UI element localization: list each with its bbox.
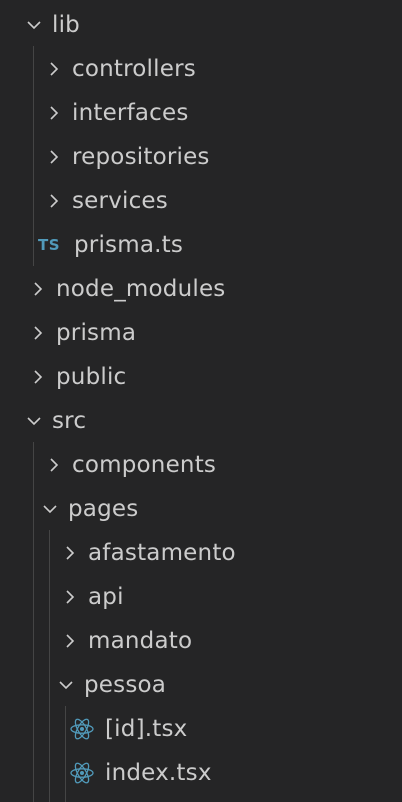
folder-label: public <box>56 364 127 390</box>
chevron-right-icon <box>46 149 62 165</box>
chevron-right-icon <box>30 325 46 341</box>
folder-label: lib <box>52 12 80 38</box>
typescript-icon: TS <box>38 236 61 254</box>
folder-label: mandato <box>88 628 193 654</box>
chevron-right-icon <box>46 457 62 473</box>
folder-repositories[interactable]: repositories <box>0 135 402 179</box>
folder-controllers[interactable]: controllers <box>0 47 402 91</box>
folder-label: prisma <box>56 320 137 346</box>
folder-src[interactable]: src <box>0 399 402 443</box>
folder-afastamento[interactable]: afastamento <box>0 531 402 575</box>
folder-label: pessoa <box>84 672 167 698</box>
chevron-down-icon <box>42 501 58 517</box>
folder-api[interactable]: api <box>0 575 402 619</box>
chevron-down-icon <box>26 17 42 33</box>
chevron-down-icon <box>26 413 42 429</box>
chevron-right-icon <box>30 281 46 297</box>
folder-label: afastamento <box>88 540 236 566</box>
folder-label: interfaces <box>72 100 189 126</box>
folder-lib[interactable]: lib <box>0 3 402 47</box>
react-icon <box>69 716 95 742</box>
folder-label: api <box>88 584 124 610</box>
folder-label: pages <box>68 496 139 522</box>
file-index-tsx[interactable]: index.tsx <box>0 751 402 795</box>
folder-services[interactable]: services <box>0 179 402 223</box>
folder-pages[interactable]: pages <box>0 487 402 531</box>
react-icon <box>69 760 95 786</box>
chevron-right-icon <box>46 193 62 209</box>
folder-public[interactable]: public <box>0 355 402 399</box>
chevron-down-icon <box>58 677 74 693</box>
folder-components[interactable]: components <box>0 443 402 487</box>
folder-label: controllers <box>72 56 196 82</box>
file-explorer: lib controllers interfaces repositories … <box>0 0 402 802</box>
chevron-right-icon <box>30 369 46 385</box>
folder-label: src <box>52 408 87 434</box>
file-id-tsx[interactable]: [id].tsx <box>0 707 402 751</box>
folder-label: services <box>72 188 168 214</box>
chevron-right-icon <box>62 589 78 605</box>
folder-prisma[interactable]: prisma <box>0 311 402 355</box>
chevron-right-icon <box>62 545 78 561</box>
folder-label: node_modules <box>56 276 226 302</box>
folder-label: components <box>72 452 217 478</box>
folder-mandato[interactable]: mandato <box>0 619 402 663</box>
file-label: prisma.ts <box>74 232 184 258</box>
chevron-right-icon <box>46 105 62 121</box>
folder-pessoa[interactable]: pessoa <box>0 663 402 707</box>
file-label: index.tsx <box>105 760 212 786</box>
file-prisma-ts[interactable]: TS prisma.ts <box>0 223 402 267</box>
folder-node-modules[interactable]: node_modules <box>0 267 402 311</box>
chevron-right-icon <box>62 633 78 649</box>
folder-label: repositories <box>72 144 210 170</box>
file-label: [id].tsx <box>105 716 188 742</box>
folder-interfaces[interactable]: interfaces <box>0 91 402 135</box>
chevron-right-icon <box>46 61 62 77</box>
